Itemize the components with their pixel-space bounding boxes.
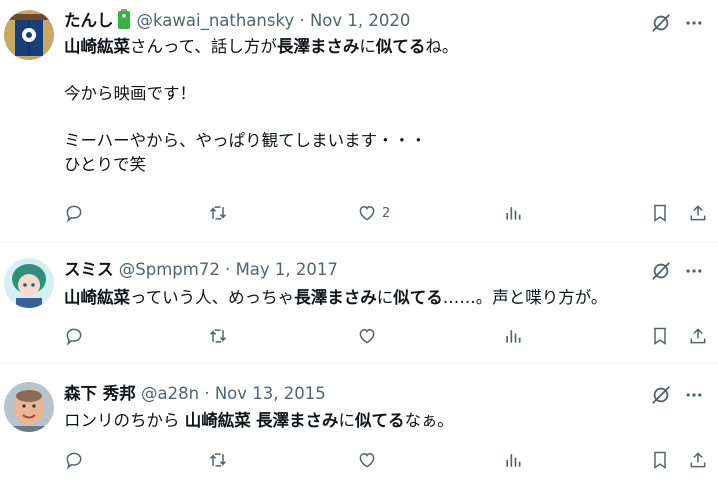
highlighted-term: 山崎紘菜 xyxy=(64,288,130,307)
retweet-button[interactable] xyxy=(208,450,228,470)
text-run: に xyxy=(338,411,356,430)
handle[interactable]: @Spmpm72 xyxy=(119,260,220,279)
reply-button[interactable] xyxy=(64,326,84,346)
photo-avatar-image xyxy=(4,382,54,432)
avatar[interactable] xyxy=(4,10,54,60)
bookmark-icon xyxy=(654,327,666,345)
tweet-actions xyxy=(0,450,718,474)
share-button[interactable] xyxy=(688,326,708,346)
reply-button[interactable] xyxy=(64,450,84,470)
bookmark-icon xyxy=(654,204,666,222)
tweet[interactable]: たんし @kawai_nathansky · Nov 1, 2020 山崎紘菜さん… xyxy=(0,0,718,242)
tweet[interactable]: 森下 秀邦 @a28n · Nov 13, 2015 ロンリのちから 山崎紘菜 … xyxy=(0,364,718,487)
tweet-header: 森下 秀邦 @a28n · Nov 13, 2015 xyxy=(64,383,326,405)
highlighted-term: 似てる xyxy=(355,411,405,430)
highlighted-term: 山崎紘菜 xyxy=(184,411,251,430)
anime-avatar-image xyxy=(4,258,54,308)
bookmark-button[interactable] xyxy=(650,450,670,470)
views-button[interactable] xyxy=(503,450,523,470)
retweet-button[interactable] xyxy=(208,326,228,346)
timestamp[interactable]: Nov 13, 2015 xyxy=(215,384,326,403)
like-count: 2 xyxy=(382,205,391,221)
share-icon xyxy=(690,452,706,468)
tweet-text: ロンリのちから 山崎紘菜 長澤まさみに似てるなぁ。 xyxy=(64,409,698,433)
tweet-text: 山崎紘菜さんって、話し方が長澤まさみに似てるね。 今から映画です！ ミーハーやか… xyxy=(64,35,698,177)
reply-button[interactable] xyxy=(64,203,84,223)
retweet-icon xyxy=(209,453,227,467)
handle[interactable]: @kawai_nathansky xyxy=(137,11,295,30)
separator: · xyxy=(204,384,210,403)
bookmark-button[interactable] xyxy=(650,203,670,223)
highlighted-term: 似てる xyxy=(375,37,426,56)
more-icon[interactable] xyxy=(684,13,704,33)
retweet-icon xyxy=(209,329,227,343)
more-icon[interactable] xyxy=(684,261,704,281)
bookmark-icon xyxy=(654,451,666,469)
more-icon[interactable] xyxy=(684,385,704,405)
tweet[interactable]: スミス @Spmpm72 · May 1, 2017 山崎紘菜っていう人、めっち… xyxy=(0,242,718,364)
text-run: さんって、話し方が xyxy=(130,37,277,56)
share-icon xyxy=(690,328,706,344)
like-button[interactable] xyxy=(357,326,382,346)
tweet-actions: 2 xyxy=(0,203,718,227)
tweet-header: たんし @kawai_nathansky · Nov 1, 2020 xyxy=(64,9,410,32)
highlighted-term: 長澤まさみ xyxy=(276,37,360,56)
tweet-actions xyxy=(0,326,718,350)
handle[interactable]: @a28n xyxy=(141,384,199,403)
noren-avatar-image xyxy=(4,10,54,60)
tweet-top-icons xyxy=(650,12,704,34)
tweet-top-icons xyxy=(650,260,704,282)
grok-icon[interactable] xyxy=(650,260,672,282)
highlighted-term: 長澤まさみ xyxy=(256,411,339,430)
text-run: っていう人、めっちゃ xyxy=(130,288,295,307)
share-button[interactable] xyxy=(688,450,708,470)
reply-icon xyxy=(66,328,82,346)
highlighted-term: 似てる xyxy=(393,288,443,307)
bookmark-button[interactable] xyxy=(650,326,670,346)
retweet-icon xyxy=(209,206,227,220)
views-icon xyxy=(506,330,521,343)
tweet-header: スミス @Spmpm72 · May 1, 2017 xyxy=(64,259,338,281)
views-button[interactable] xyxy=(503,203,523,223)
display-name[interactable]: たんし xyxy=(64,11,114,30)
grok-icon[interactable] xyxy=(650,12,672,34)
highlighted-term: 長澤まさみ xyxy=(294,288,377,307)
views-icon xyxy=(506,454,521,467)
share-button[interactable] xyxy=(688,203,708,223)
like-button[interactable]: 2 xyxy=(357,203,390,223)
views-icon xyxy=(506,207,521,220)
like-icon xyxy=(359,205,375,221)
separator: · xyxy=(299,11,305,30)
like-icon xyxy=(359,452,375,468)
text-run: ロンリのちから xyxy=(64,411,185,430)
reply-icon xyxy=(66,205,82,223)
tweet-text: 山崎紘菜っていう人、めっちゃ長澤まさみに似てる……。声と喋り方が。 xyxy=(64,286,698,310)
text-run: に xyxy=(359,37,376,56)
battery-emoji-icon xyxy=(117,9,130,29)
text-run: ……。声と喋り方が。 xyxy=(442,288,608,307)
avatar[interactable] xyxy=(4,382,54,432)
separator: · xyxy=(225,260,231,279)
avatar[interactable] xyxy=(4,258,54,308)
display-name[interactable]: スミス xyxy=(64,260,114,279)
text-run: ね。 今から映画です！ ミーハーやから、やっぱり観てしまいます・・・ ひとりで笑 xyxy=(64,37,459,174)
retweet-button[interactable] xyxy=(208,203,228,223)
display-name[interactable]: 森下 秀邦 xyxy=(64,384,136,403)
text-run: なぁ。 xyxy=(404,411,454,430)
timestamp[interactable]: May 1, 2017 xyxy=(236,260,338,279)
timestamp[interactable]: Nov 1, 2020 xyxy=(310,11,410,30)
highlighted-term: 山崎紘菜 xyxy=(64,37,130,56)
like-button[interactable] xyxy=(357,450,382,470)
text-run: に xyxy=(376,288,394,307)
tweet-top-icons xyxy=(650,384,704,406)
views-button[interactable] xyxy=(503,326,523,346)
share-icon xyxy=(690,205,706,221)
grok-icon[interactable] xyxy=(650,384,672,406)
like-icon xyxy=(359,328,375,344)
reply-icon xyxy=(66,452,82,470)
